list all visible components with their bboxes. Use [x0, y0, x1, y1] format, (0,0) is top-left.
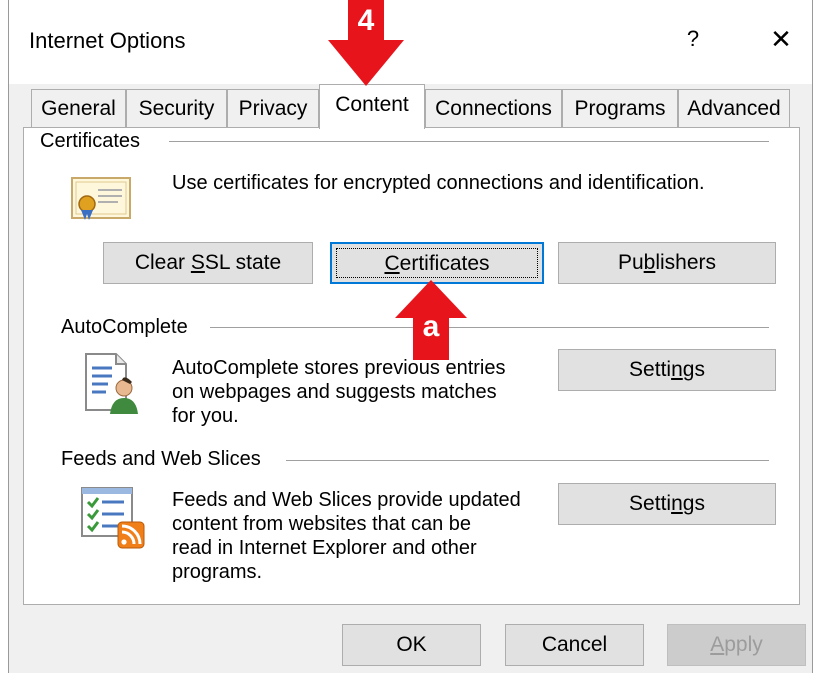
window-title: Internet Options: [29, 28, 186, 53]
certificates-description: Use certificates for encrypted connectio…: [172, 172, 705, 194]
tab-content[interactable]: Content: [319, 84, 425, 129]
tab-privacy[interactable]: Privacy: [227, 89, 319, 127]
help-button[interactable]: ?: [681, 26, 705, 52]
publishers-button[interactable]: Publishers: [558, 242, 776, 284]
certificates-button-label: Certificates: [384, 252, 490, 275]
clear-ssl-state-label: Clear SSL state: [134, 251, 282, 274]
certificates-group-title: Certificates: [40, 130, 149, 153]
step-4-arrow-annotation: 4: [326, 0, 406, 90]
apply-button[interactable]: Apply: [667, 624, 806, 666]
title-bar: Internet Options ? ✕: [9, 0, 812, 84]
certificates-button[interactable]: Certificates: [330, 242, 544, 284]
autocomplete-description: AutoComplete stores previous entries on …: [172, 357, 506, 427]
feeds-group-divider: [286, 460, 769, 461]
tab-strip: General Security Privacy Content Connect…: [9, 84, 812, 129]
publishers-button-label: Publishers: [617, 251, 717, 274]
feeds-settings-button[interactable]: Settings: [558, 483, 776, 525]
feeds-description: Feeds and Web Slices provide updated con…: [172, 489, 521, 583]
autocomplete-icon: [82, 352, 144, 421]
feeds-rss-icon: [80, 486, 146, 555]
autocomplete-settings-button[interactable]: Settings: [558, 349, 776, 391]
step-a-arrow-annotation: a: [391, 280, 471, 360]
feeds-group-title: Feeds and Web Slices: [61, 448, 269, 471]
autocomplete-group-divider: [210, 327, 769, 328]
step-4-label: 4: [357, 4, 375, 37]
autocomplete-settings-label: Settings: [629, 358, 705, 381]
certificate-icon: [70, 174, 134, 227]
content-tab-panel: Certificates Use certificates for encryp…: [23, 127, 800, 605]
ok-button[interactable]: OK: [342, 624, 481, 666]
cancel-button[interactable]: Cancel: [505, 624, 644, 666]
feeds-settings-label: Settings: [629, 492, 705, 515]
tab-connections[interactable]: Connections: [425, 89, 562, 127]
step-a-label: a: [422, 310, 440, 343]
apply-button-label: Apply: [710, 633, 763, 656]
tab-programs[interactable]: Programs: [562, 89, 678, 127]
tab-security[interactable]: Security: [126, 89, 227, 127]
certificates-group-divider: [169, 141, 769, 142]
clear-ssl-state-button[interactable]: Clear SSL state: [103, 242, 313, 284]
close-button[interactable]: ✕: [767, 24, 795, 55]
tab-advanced[interactable]: Advanced: [678, 89, 790, 127]
autocomplete-group-title: AutoComplete: [61, 316, 196, 339]
tab-general[interactable]: General: [31, 89, 126, 127]
